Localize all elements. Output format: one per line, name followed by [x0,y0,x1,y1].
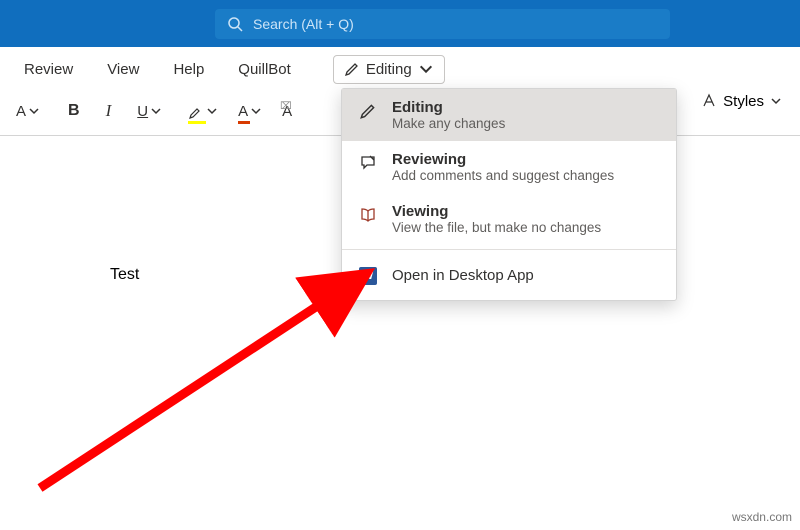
editing-mode-button[interactable]: Editing [333,55,445,84]
tab-review[interactable]: Review [10,53,87,86]
menu-divider [342,249,676,250]
tab-quillbot[interactable]: QuillBot [224,53,305,86]
editing-mode-label: Editing [366,61,412,78]
pencil-icon [358,101,378,121]
menu-item-viewing[interactable]: Viewing View the file, but make no chang… [342,193,676,245]
watermark: wsxdn.com [732,510,792,524]
tab-view[interactable]: View [93,53,153,86]
editing-mode-menu: Editing Make any changes Reviewing Add c… [341,88,677,301]
menu-item-desc: View the file, but make no changes [392,220,601,235]
underline-button[interactable]: U [131,95,168,127]
annotation-arrow [30,258,380,508]
word-icon [358,266,378,286]
font-size-button[interactable]: A [10,95,46,127]
chevron-down-icon [250,105,262,117]
chevron-down-icon [206,105,218,117]
italic-button[interactable]: I [100,95,118,127]
menu-item-title: Open in Desktop App [392,267,534,284]
menu-item-desc: Make any changes [392,116,505,131]
menu-item-title: Viewing [392,203,601,220]
search-placeholder: Search (Alt + Q) [253,16,354,32]
menu-item-open-desktop[interactable]: Open in Desktop App [342,254,676,296]
chevron-down-icon [150,105,162,117]
font-color-button[interactable]: A [232,95,262,127]
comment-icon [358,153,378,173]
menu-item-title: Reviewing [392,151,614,168]
chevron-down-icon [28,105,40,117]
tab-row: Review View Help QuillBot Editing [0,47,800,91]
menu-item-editing[interactable]: Editing Make any changes [342,89,676,141]
titlebar: Search (Alt + Q) [0,0,800,47]
bold-button[interactable]: B [62,95,86,127]
book-icon [358,205,378,225]
highlight-color-button[interactable] [182,95,218,127]
clear-format-button[interactable]: A⌧ [276,95,298,127]
right-toolbar: Styles [701,92,782,110]
highlighter-icon [188,103,204,119]
chevron-down-icon [770,95,782,107]
styles-icon [701,92,719,110]
menu-item-title: Editing [392,99,505,116]
search-icon [227,16,243,32]
styles-button[interactable]: Styles [723,93,782,110]
menu-item-reviewing[interactable]: Reviewing Add comments and suggest chang… [342,141,676,193]
pencil-icon [344,61,360,77]
chevron-down-icon [418,61,434,77]
tab-help[interactable]: Help [159,53,218,86]
search-input[interactable]: Search (Alt + Q) [215,9,670,39]
menu-item-desc: Add comments and suggest changes [392,168,614,183]
